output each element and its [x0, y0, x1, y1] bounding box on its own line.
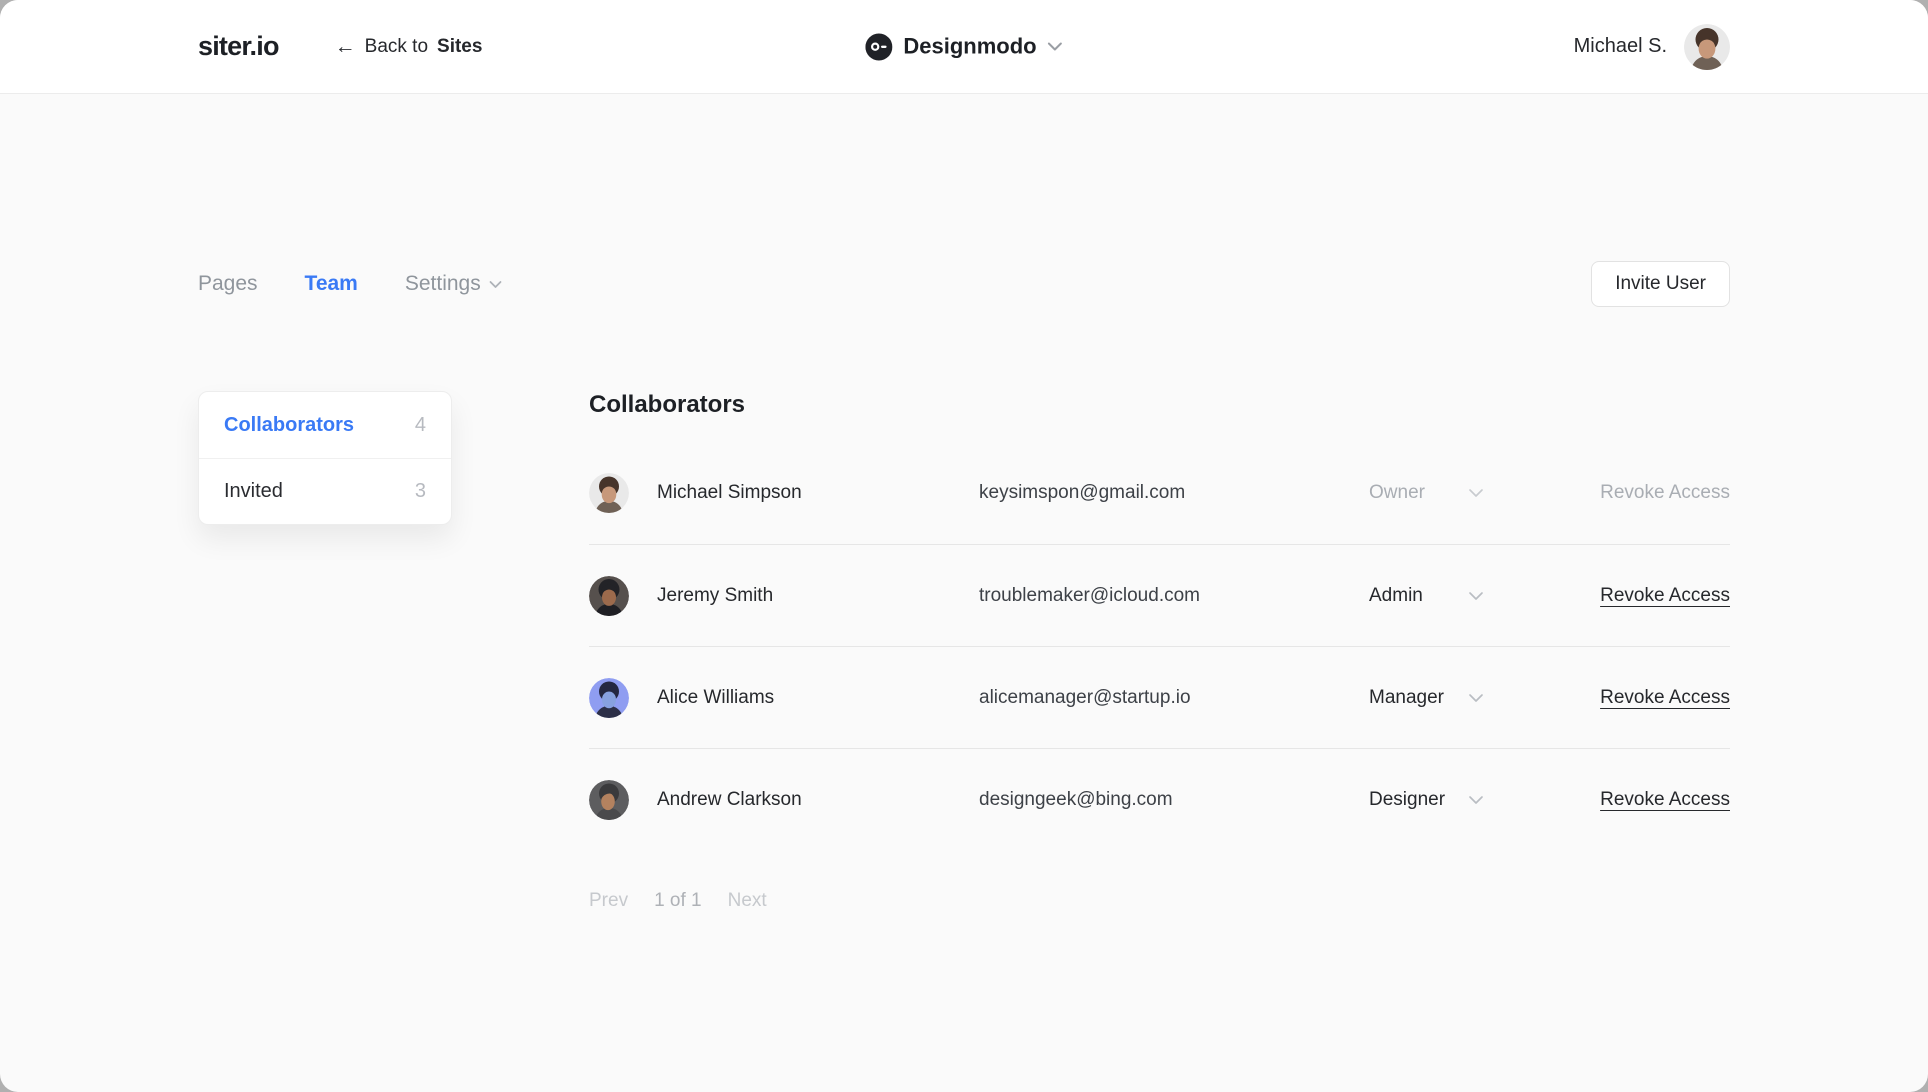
collaborator-avatar	[589, 473, 629, 513]
role-value: Owner	[1369, 482, 1425, 504]
collaborators-table: Michael Simpson keysimspon@gmail.com Own…	[589, 442, 1730, 850]
top-header: siter.io ← Back to Sites Designmodo Mich…	[0, 0, 1928, 94]
row-action-cell: Revoke Access	[1484, 585, 1730, 607]
sidebar-item-collaborators[interactable]: Collaborators 4	[199, 392, 451, 458]
collaborators-label: Collaborators	[224, 414, 354, 437]
collaborator-avatar	[589, 678, 629, 718]
revoke-access-link: Revoke Access	[1600, 482, 1730, 503]
section-tabs: Pages Team Settings	[198, 272, 502, 296]
prev-page-button[interactable]: Prev	[589, 890, 628, 912]
table-row: Alice Williams alicemanager@startup.io M…	[589, 646, 1730, 748]
page-indicator: 1 of 1	[654, 890, 702, 912]
chevron-down-icon	[489, 280, 502, 289]
back-target-label: Sites	[437, 36, 482, 58]
chevron-down-icon	[1468, 488, 1484, 498]
collaborator-avatar	[589, 780, 629, 820]
role-dropdown[interactable]: Manager	[1369, 687, 1484, 709]
invite-user-button[interactable]: Invite User	[1591, 261, 1730, 307]
row-action-cell: Revoke Access	[1484, 687, 1730, 709]
user-avatar	[1684, 24, 1730, 70]
tab-pages[interactable]: Pages	[198, 272, 258, 296]
invited-count-badge: 3	[415, 480, 426, 503]
site-switcher-dropdown[interactable]: Designmodo	[865, 33, 1062, 60]
tab-team[interactable]: Team	[305, 272, 358, 296]
collaborator-name: Michael Simpson	[657, 482, 979, 504]
role-value: Manager	[1369, 687, 1444, 709]
collaborator-avatar	[589, 576, 629, 616]
role-dropdown[interactable]: Admin	[1369, 585, 1484, 607]
role-dropdown: Owner	[1369, 482, 1484, 504]
toolbar: Pages Team Settings Invite User	[198, 261, 1730, 307]
collaborator-name: Andrew Clarkson	[657, 789, 979, 811]
collaborators-section: Collaborators	[589, 391, 1730, 912]
chevron-down-icon	[1468, 693, 1484, 703]
designmodo-logo-icon	[865, 33, 892, 60]
app-window: siter.io ← Back to Sites Designmodo Mich…	[0, 0, 1928, 1092]
collaborator-name: Jeremy Smith	[657, 585, 979, 607]
role-dropdown[interactable]: Designer	[1369, 789, 1484, 811]
collaborator-email: keysimspon@gmail.com	[979, 482, 1369, 504]
chevron-down-icon	[1048, 42, 1063, 52]
role-value: Admin	[1369, 585, 1423, 607]
sidebar-item-invited[interactable]: Invited 3	[199, 458, 451, 524]
table-row: Michael Simpson keysimspon@gmail.com Own…	[589, 442, 1730, 544]
collaborator-email: designgeek@bing.com	[979, 789, 1369, 811]
user-menu[interactable]: Michael S.	[1574, 24, 1730, 70]
role-value: Designer	[1369, 789, 1445, 811]
team-filter-card: Collaborators 4 Invited 3	[198, 391, 452, 525]
chevron-down-icon	[1468, 795, 1484, 805]
collaborators-count-badge: 4	[415, 414, 426, 437]
user-name: Michael S.	[1574, 35, 1667, 58]
revoke-access-link[interactable]: Revoke Access	[1600, 687, 1730, 708]
collaborator-name: Alice Williams	[657, 687, 979, 709]
two-column-layout: Collaborators 4 Invited 3 Collaborators	[198, 391, 1730, 912]
siter-logo[interactable]: siter.io	[198, 31, 279, 62]
tab-settings[interactable]: Settings	[405, 272, 502, 296]
revoke-access-link[interactable]: Revoke Access	[1600, 789, 1730, 810]
pagination: Prev 1 of 1 Next	[589, 890, 1730, 912]
revoke-access-link[interactable]: Revoke Access	[1600, 585, 1730, 606]
invited-label: Invited	[224, 480, 283, 503]
back-to-sites-link[interactable]: ← Back to Sites	[335, 36, 483, 58]
row-action-cell: Revoke Access	[1484, 789, 1730, 811]
row-action-cell: Revoke Access	[1484, 482, 1730, 504]
collaborator-email: alicemanager@startup.io	[979, 687, 1369, 709]
table-row: Andrew Clarkson designgeek@bing.com Desi…	[589, 748, 1730, 850]
tab-settings-label: Settings	[405, 272, 481, 296]
site-name: Designmodo	[903, 34, 1036, 60]
back-arrow-icon: ←	[335, 36, 356, 57]
chevron-down-icon	[1468, 591, 1484, 601]
back-label: Back to	[365, 36, 428, 58]
collaborator-email: troublemaker@icloud.com	[979, 585, 1369, 607]
next-page-button[interactable]: Next	[728, 890, 767, 912]
table-row: Jeremy Smith troublemaker@icloud.com Adm…	[589, 544, 1730, 646]
page-title: Collaborators	[589, 391, 1730, 419]
page-content: Pages Team Settings Invite User Collabor…	[0, 261, 1928, 912]
